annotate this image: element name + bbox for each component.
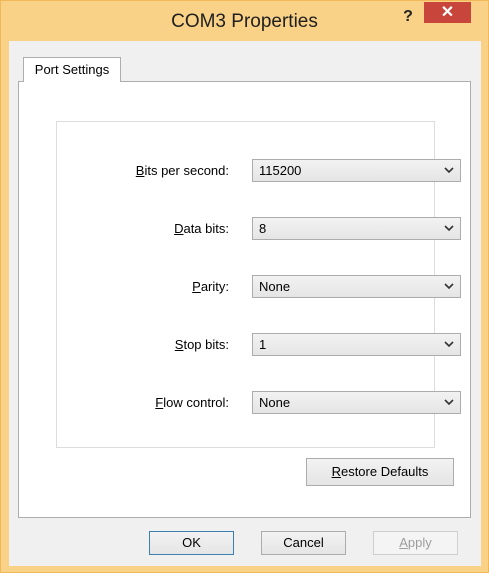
stop-bits-value: 1 xyxy=(259,337,267,352)
close-icon: ✕ xyxy=(440,4,455,21)
bits-per-second-value: 115200 xyxy=(259,163,302,178)
dialog-window: COM3 Properties ? ✕ Port Settings Bits p… xyxy=(0,0,489,573)
stop-bits-label: Stop bits: xyxy=(174,337,229,352)
data-bits-label: Data bits: xyxy=(174,221,229,236)
chevron-down-icon xyxy=(444,225,454,232)
stop-bits-select[interactable]: 1 xyxy=(252,333,461,356)
settings-group: Bits per second: 115200 Data bits: 8 Par… xyxy=(56,121,461,448)
restore-defaults-button[interactable]: Restore Defaults xyxy=(306,458,454,486)
parity-value: None xyxy=(259,279,291,294)
chevron-down-icon xyxy=(444,283,454,290)
flow-control-value: None xyxy=(259,395,291,410)
data-bits-select[interactable]: 8 xyxy=(252,217,461,240)
flow-control-select[interactable]: None xyxy=(252,391,461,414)
parity-select[interactable]: None xyxy=(252,275,461,298)
chevron-down-icon xyxy=(444,399,454,406)
flow-control-label: Flow control: xyxy=(155,395,229,410)
dialog-client-area: Port Settings Bits per second: 115200 Da… xyxy=(9,41,481,566)
close-button[interactable]: ✕ xyxy=(424,2,471,23)
tab-port-settings[interactable]: Port Settings xyxy=(23,57,121,82)
parity-label: Parity: xyxy=(192,279,229,294)
chevron-down-icon xyxy=(444,167,454,174)
help-button[interactable]: ? xyxy=(395,7,421,27)
cancel-button[interactable]: Cancel xyxy=(261,531,346,555)
data-bits-value: 8 xyxy=(259,221,267,236)
ok-button[interactable]: OK xyxy=(149,531,234,555)
port-settings-panel: Bits per second: 115200 Data bits: 8 Par… xyxy=(18,81,471,518)
chevron-down-icon xyxy=(444,341,454,348)
apply-button[interactable]: Apply xyxy=(373,531,458,555)
bits-per-second-select[interactable]: 115200 xyxy=(252,159,461,182)
title-bar[interactable]: COM3 Properties ? ✕ xyxy=(1,1,488,41)
bits-per-second-label: Bits per second: xyxy=(135,163,229,178)
